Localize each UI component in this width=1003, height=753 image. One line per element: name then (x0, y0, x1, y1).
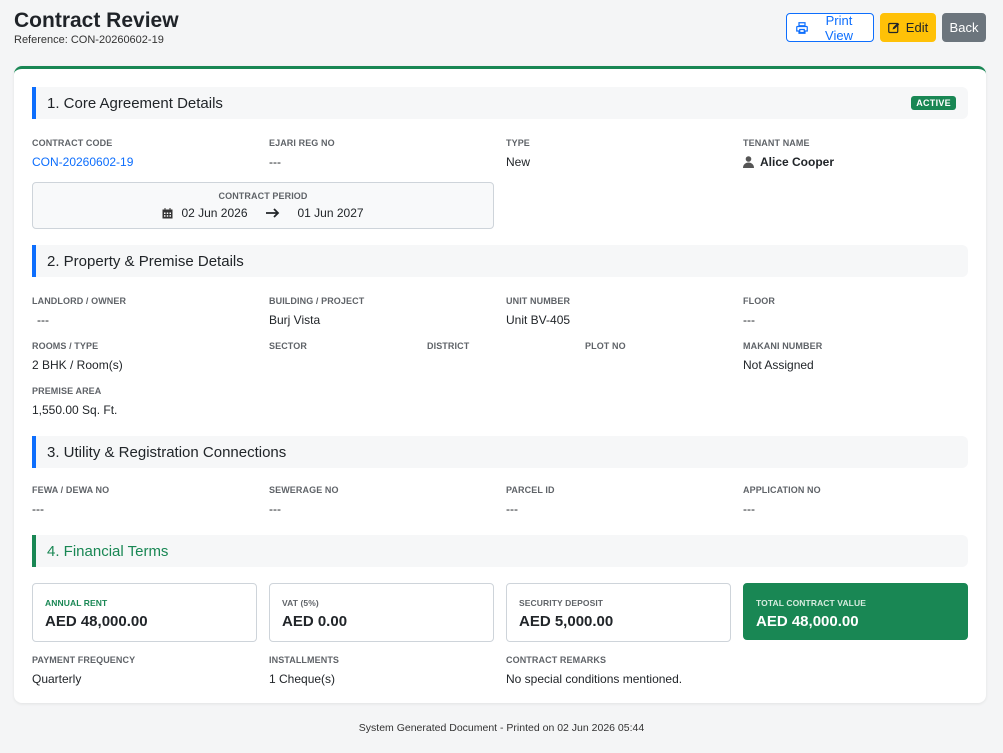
status-badge: ACTIVE (911, 96, 956, 110)
print-view-button[interactable]: Print View (786, 12, 874, 43)
annual-rent-box: ANNUAL RENT AED 48,000.00 (32, 583, 257, 642)
field-installments: INSTALLMENTS 1 Cheque(s) (269, 655, 340, 686)
contract-reference: Reference: CON-20260602-19 (14, 34, 164, 46)
period-start: 02 Jun 2026 (181, 206, 248, 220)
printer-icon (796, 21, 808, 34)
security-deposit-value: AED 5,000.00 (519, 613, 614, 630)
contract-period-box: CONTRACT PERIOD 02 Jun 2026 01 Jun 2027 (32, 182, 494, 229)
field-parcel-id: PARCEL ID --- (506, 485, 555, 516)
section-core-agreement: 1. Core Agreement Details ACTIVE (32, 87, 968, 119)
tenant-name-value: Alice Cooper (760, 155, 835, 169)
arrow-right-icon (265, 208, 280, 218)
page-title: Contract Review (14, 9, 179, 32)
section-utility: 3. Utility & Registration Connections (32, 436, 968, 468)
field-sector: SECTOR (269, 341, 307, 351)
field-makani: MAKANI NUMBER Not Assigned (743, 341, 823, 372)
edit-button[interactable]: Edit (880, 13, 936, 42)
field-application-no: APPLICATION NO --- (743, 485, 821, 516)
security-deposit-box: SECURITY DEPOSIT AED 5,000.00 (506, 583, 731, 642)
footer-note: System Generated Document - Printed on 0… (358, 722, 645, 734)
annual-rent-value: AED 48,000.00 (45, 613, 148, 630)
field-rooms: ROOMS / TYPE 2 BHK / Room(s) (32, 341, 123, 372)
field-sewerage: SEWERAGE NO --- (269, 485, 339, 516)
edit-label: Edit (905, 20, 929, 35)
field-landlord: LANDLORD / OWNER --- (32, 296, 127, 327)
period-end: 01 Jun 2027 (297, 206, 364, 220)
section-core-title: 1. Core Agreement Details (47, 94, 223, 112)
field-type: TYPE New (506, 138, 531, 169)
section-property: 2. Property & Premise Details (32, 245, 968, 277)
page-header: Contract Review Reference: CON-20260602-… (14, 8, 179, 46)
section-utility-title: 3. Utility & Registration Connections (47, 443, 287, 461)
print-view-label: Print View (825, 12, 853, 43)
field-contract-remarks: CONTRACT REMARKS No special conditions m… (506, 655, 683, 686)
user-icon (743, 156, 754, 168)
field-plot-no: PLOT NO (585, 341, 626, 351)
contract-card: 1. Core Agreement Details ACTIVE CONTRAC… (14, 66, 986, 703)
edit-icon (887, 22, 900, 34)
section-property-title: 2. Property & Premise Details (47, 252, 244, 270)
section-financial: 4. Financial Terms (32, 535, 968, 567)
contract-code-link[interactable]: CON-20260602-19 (32, 155, 133, 169)
field-premise-area: PREMISE AREA 1,550.00 Sq. Ft. (32, 386, 118, 417)
field-contract-code: CONTRACT CODE CON-20260602-19 (32, 138, 134, 169)
calendar-icon (162, 207, 173, 219)
vat-box: VAT (5%) AED 0.00 (269, 583, 494, 642)
field-building: BUILDING / PROJECT Burj Vista (269, 296, 365, 327)
field-payment-frequency: PAYMENT FREQUENCY Quarterly (32, 655, 136, 686)
field-fewa: FEWA / DEWA NO --- (32, 485, 110, 516)
field-ejari-reg-no: EJARI REG NO --- (269, 138, 335, 169)
field-district: DISTRICT (427, 341, 470, 351)
field-floor: FLOOR --- (743, 296, 775, 327)
field-unit-number: UNIT NUMBER Unit BV-405 (506, 296, 571, 327)
total-contract-value: AED 48,000.00 (756, 613, 859, 630)
total-contract-value-box: TOTAL CONTRACT VALUE AED 48,000.00 (743, 583, 968, 640)
field-tenant-name: TENANT NAME Alice Cooper (743, 138, 835, 169)
vat-value: AED 0.00 (282, 613, 348, 630)
action-toolbar: Print View Edit Back (786, 12, 986, 43)
section-financial-title: 4. Financial Terms (47, 542, 169, 560)
back-button[interactable]: Back (942, 13, 986, 42)
